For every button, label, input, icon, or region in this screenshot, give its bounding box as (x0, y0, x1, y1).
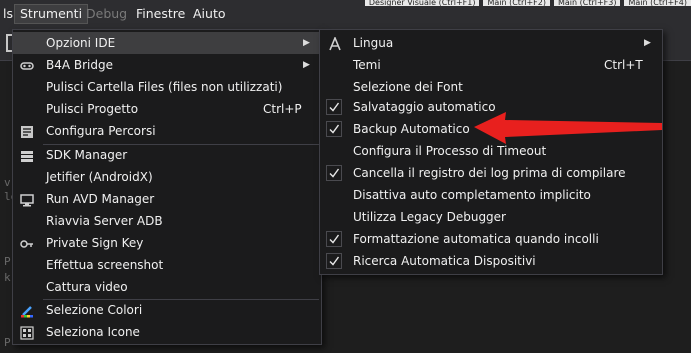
shortcut-label: Ctrl+P (263, 102, 302, 116)
menu-item-jetifier[interactable]: Jetifier (AndroidX) (13, 166, 319, 188)
menu-finestre[interactable]: Finestre (131, 4, 190, 24)
submenu-arrow-icon: ▶ (303, 60, 310, 70)
menu-item-screenshot[interactable]: Effettua screenshot (13, 254, 319, 276)
submenu-item-legacy-debugger[interactable]: Utilizza Legacy Debugger (320, 206, 660, 228)
menu-item-seleziona-icone[interactable]: Seleziona Icone (13, 321, 319, 343)
editor-fragment: P (4, 336, 11, 349)
submenu-item-temi[interactable]: Temi Ctrl+T (320, 54, 660, 76)
editor-fragment: v (4, 176, 11, 189)
menu-item-private-sign-key[interactable]: Private Sign Key (13, 232, 319, 254)
menu-item-label: Pulisci Cartella Files (files non utiliz… (46, 80, 283, 94)
checkbox-checked[interactable] (326, 253, 342, 269)
menu-item-label: Selezione Colori (46, 303, 143, 317)
submenu-item-selezione-font[interactable]: Selezione dei Font (320, 76, 660, 98)
menu-item-label: Cattura video (46, 280, 128, 294)
checkmark-icon (329, 234, 340, 244)
submenu-item-lingua[interactable]: Lingua ▶ (320, 32, 660, 54)
font-icon (328, 35, 342, 51)
configure-paths-icon (20, 124, 34, 138)
checkmark-icon (329, 102, 340, 112)
checkmark-icon (329, 168, 340, 178)
menu-item-sdk-manager[interactable]: SDK Manager (13, 144, 319, 166)
menu-item-label: Lingua (353, 36, 394, 50)
checkmark-icon (329, 256, 340, 266)
editor-fragment: P (4, 255, 11, 268)
menu-item-label: B4A Bridge (46, 58, 114, 72)
strumenti-menu: Opzioni IDE ▶ B4A Bridge ▶ Pulisci Carte… (12, 29, 322, 345)
menu-item-label: Opzioni IDE (46, 36, 116, 50)
submenu-item-salvataggio-automatico[interactable]: Salvataggio automatico (320, 96, 660, 118)
submenu-arrow-icon: ▶ (644, 38, 651, 48)
menu-item-selezione-colori[interactable]: Selezione Colori (13, 299, 319, 321)
menu-item-label: Cancella il registro dei log prima di co… (353, 166, 626, 180)
submenu-item-timeout[interactable]: Configura il Processo di Timeout (320, 140, 660, 162)
key-icon (20, 236, 34, 250)
submenu-item-formattazione[interactable]: Formattazione automatica quando incolli (320, 228, 660, 250)
menu-item-pulisci-progetto[interactable]: Pulisci Progetto Ctrl+P (13, 98, 319, 120)
menu-item-riavvia-adb[interactable]: Riavvia Server ADB (13, 210, 319, 232)
menu-item-label: Jetifier (AndroidX) (46, 170, 153, 184)
tab-main-1[interactable]: Main (Ctrl+F2) (483, 0, 550, 6)
menu-item-label: Configura il Processo di Timeout (353, 144, 547, 158)
menu-debug[interactable]: Debug (81, 4, 132, 24)
menu-item-label: Ricerca Automatica Dispositivi (353, 254, 536, 268)
menu-item-cattura-video[interactable]: Cattura video (13, 276, 319, 298)
menu-item-label: Configura Percorsi (46, 124, 156, 138)
checkbox-checked[interactable] (326, 165, 342, 181)
submenu-item-disattiva-autocompletamento[interactable]: Disattiva auto completamento implicito (320, 184, 660, 206)
tab-designer[interactable]: Designer Visuale (Ctrl+F1) (364, 0, 480, 6)
menu-item-label: Formattazione automatica quando incolli (353, 232, 599, 246)
sdk-manager-icon (20, 148, 34, 162)
menu-item-label: Riavvia Server ADB (46, 214, 163, 228)
submenu-arrow-icon: ▶ (303, 38, 310, 48)
color-picker-icon (20, 303, 34, 318)
menu-aiuto[interactable]: Aiuto (188, 4, 231, 24)
tab-main-2[interactable]: Main (Ctrl+F3) (553, 0, 621, 6)
menu-strumenti[interactable]: Strumenti (14, 4, 89, 24)
menu-item-label: Run AVD Manager (46, 192, 155, 206)
menu-item-label: Utilizza Legacy Debugger (353, 210, 506, 224)
menu-item-label: Effettua screenshot (46, 258, 164, 272)
menu-item-run-avd-manager[interactable]: Run AVD Manager (13, 188, 319, 210)
menu-item-label: Disattiva auto completamento implicito (353, 188, 591, 202)
opzioni-ide-submenu: Lingua ▶ Temi Ctrl+T Selezione dei Font … (319, 29, 663, 275)
avd-manager-icon (20, 192, 34, 207)
tab-main-3[interactable]: Main (Ctrl+F4) (624, 0, 691, 6)
icon-grid-icon (20, 325, 34, 340)
checkbox-checked[interactable] (326, 231, 342, 247)
document-tabs: Designer Visuale (Ctrl+F1) Main (Ctrl+F2… (364, 0, 691, 6)
checkbox-checked[interactable] (326, 99, 342, 115)
menu-item-label: Private Sign Key (46, 236, 144, 250)
menu-item-label: Seleziona Icone (46, 325, 140, 339)
menu-item-b4a-bridge[interactable]: B4A Bridge ▶ (13, 54, 319, 76)
menu-item-label: Temi (353, 58, 381, 72)
checkbox-checked[interactable] (326, 121, 342, 137)
menu-item-label: Salvataggio automatico (353, 100, 496, 114)
menu-item-opzioni-ide[interactable]: Opzioni IDE ▶ (13, 32, 319, 54)
checkmark-icon (329, 124, 340, 134)
menu-item-label: Backup Automatico (353, 122, 470, 136)
menu-item-label: SDK Manager (46, 148, 128, 162)
menu-item-label: Selezione dei Font (353, 80, 463, 94)
editor-fragment: k (4, 271, 11, 284)
shortcut-label: Ctrl+T (604, 58, 643, 72)
submenu-item-backup-automatico[interactable]: Backup Automatico (320, 118, 660, 140)
menu-bar: ls Strumenti Debug Finestre Aiuto Design… (0, 0, 691, 26)
submenu-item-cancella-log[interactable]: Cancella il registro dei log prima di co… (320, 162, 660, 184)
bridge-icon (20, 58, 34, 72)
menu-item-label: Pulisci Progetto (46, 102, 139, 116)
menu-item-configura-percorsi[interactable]: Configura Percorsi (13, 120, 319, 142)
submenu-item-ricerca-dispositivi[interactable]: Ricerca Automatica Dispositivi (320, 250, 660, 272)
menu-item-pulisci-cartella[interactable]: Pulisci Cartella Files (files non utiliz… (13, 76, 319, 98)
